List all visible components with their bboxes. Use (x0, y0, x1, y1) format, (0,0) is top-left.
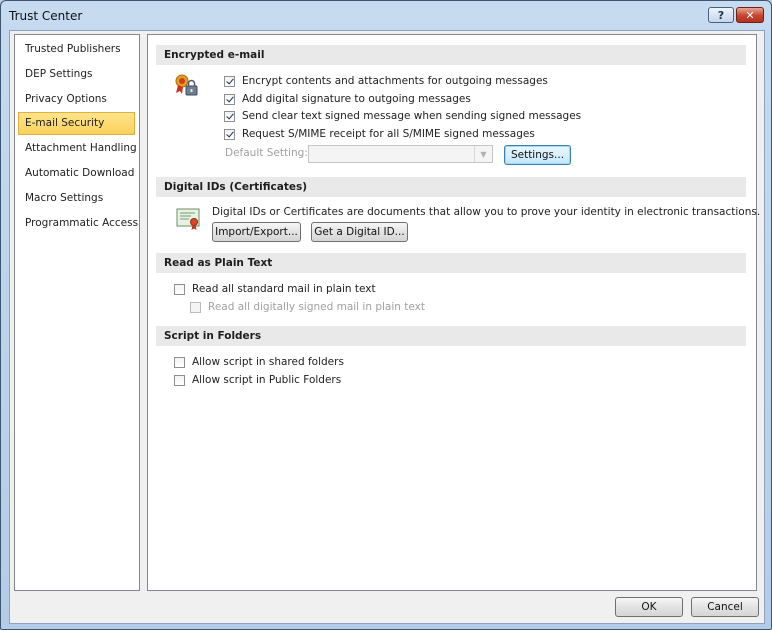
settings-panel: Encrypted e-mail Encrypt contents and at… (147, 34, 761, 591)
add-signature-option[interactable]: Add digital signature to outgoing messag… (224, 91, 471, 107)
request-smime-receipt-option[interactable]: Request S/MIME receipt for all S/MIME si… (224, 126, 535, 142)
script-shared-folders-checkbox[interactable] (174, 356, 185, 368)
certificate-icon (176, 208, 200, 230)
send-clear-text-label: Send clear text signed message when send… (242, 110, 582, 122)
send-clear-text-checkbox[interactable] (224, 110, 235, 122)
encrypt-contents-checkbox[interactable] (224, 75, 235, 87)
script-public-folders-option[interactable]: Allow script in Public Folders (174, 372, 341, 388)
read-signed-plain-text-option: Read all digitally signed mail in plain … (190, 299, 425, 315)
nav-item-email-security[interactable]: E-mail Security (18, 112, 135, 135)
close-button[interactable]: ✕ (736, 7, 764, 23)
script-shared-folders-option[interactable]: Allow script in shared folders (174, 354, 344, 370)
read-standard-plain-text-option[interactable]: Read all standard mail in plain text (174, 281, 376, 297)
nav-item-automatic-download[interactable]: Automatic Download (18, 162, 135, 185)
nav-item-trusted-publishers[interactable]: Trusted Publishers (18, 38, 135, 61)
dialog-client-area: Trusted Publishers DEP Settings Privacy … (9, 30, 765, 624)
digital-ids-description: Digital IDs or Certificates are document… (212, 206, 761, 218)
get-digital-id-button[interactable]: Get a Digital ID... (311, 222, 408, 242)
settings-button[interactable]: Settings... (504, 145, 571, 165)
section-header-script-in-folders: Script in Folders (156, 326, 746, 346)
trust-center-window: Trust Center ? ✕ Trusted Publishers DEP … (0, 0, 772, 630)
read-signed-plain-text-label: Read all digitally signed mail in plain … (208, 301, 425, 313)
nav-item-privacy-options[interactable]: Privacy Options (18, 88, 135, 111)
chevron-down-icon: ▼ (474, 146, 492, 162)
section-header-digital-ids: Digital IDs (Certificates) (156, 177, 746, 197)
import-export-button[interactable]: Import/Export... (212, 222, 301, 242)
read-standard-plain-text-label: Read all standard mail in plain text (192, 283, 376, 295)
encrypt-contents-label: Encrypt contents and attachments for out… (242, 75, 548, 87)
help-icon: ? (717, 8, 725, 22)
nav-item-dep-settings[interactable]: DEP Settings (18, 63, 135, 86)
section-header-plain-text: Read as Plain Text (156, 253, 746, 273)
request-smime-receipt-label: Request S/MIME receipt for all S/MIME si… (242, 128, 535, 140)
window-title: Trust Center (9, 9, 83, 23)
read-signed-plain-text-checkbox (190, 301, 201, 313)
read-standard-plain-text-checkbox[interactable] (174, 283, 185, 295)
default-setting-label: Default Setting: (225, 147, 308, 159)
send-clear-text-option[interactable]: Send clear text signed message when send… (224, 108, 581, 124)
nav-item-attachment-handling[interactable]: Attachment Handling (18, 137, 137, 160)
script-shared-folders-label: Allow script in shared folders (192, 356, 344, 368)
cancel-button[interactable]: Cancel (691, 597, 759, 617)
title-bar[interactable]: Trust Center ? ✕ (1, 1, 771, 31)
script-public-folders-checkbox[interactable] (174, 374, 185, 386)
script-public-folders-label: Allow script in Public Folders (192, 374, 342, 386)
encrypt-contents-option[interactable]: Encrypt contents and attachments for out… (224, 73, 548, 89)
add-signature-checkbox[interactable] (224, 93, 235, 105)
close-icon: ✕ (745, 8, 755, 22)
section-header-encrypted-email: Encrypted e-mail (156, 45, 746, 65)
nav-item-macro-settings[interactable]: Macro Settings (18, 187, 135, 210)
help-button[interactable]: ? (708, 7, 734, 23)
request-smime-receipt-checkbox[interactable] (224, 128, 235, 140)
category-list: Trusted Publishers DEP Settings Privacy … (14, 34, 140, 591)
default-setting-dropdown[interactable]: ▼ (308, 145, 493, 163)
nav-item-programmatic-access[interactable]: Programmatic Access (18, 212, 138, 235)
ok-button[interactable]: OK (615, 597, 683, 617)
add-signature-label: Add digital signature to outgoing messag… (242, 93, 471, 105)
ribbon-lock-icon (175, 74, 198, 96)
